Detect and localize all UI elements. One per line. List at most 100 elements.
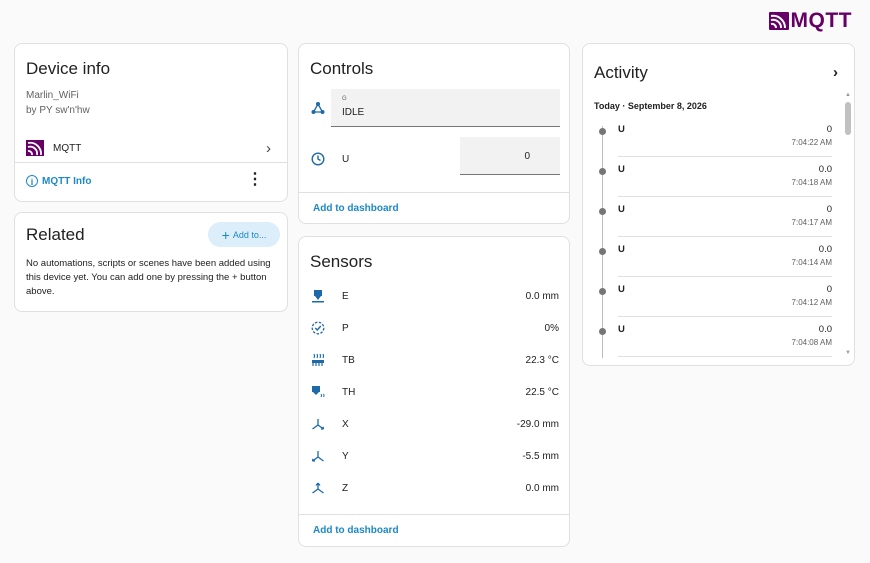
- extruder-icon: [312, 290, 324, 303]
- activity-value: 0.0: [818, 324, 832, 335]
- divider: [618, 276, 832, 277]
- progress-check-icon: [311, 321, 325, 335]
- sensor-name: X: [342, 419, 349, 430]
- plus-icon: +: [221, 226, 230, 243]
- activity-entry[interactable]: U 0 7:04:17 AM: [583, 203, 854, 243]
- activity-entity: U: [618, 204, 625, 215]
- device-manufacturer: by PY sw'n'hw: [26, 105, 90, 116]
- activity-entity: U: [618, 164, 625, 175]
- axis-z-icon: [312, 482, 324, 494]
- device-info-card: Device info Marlin_WiFi by PY sw'n'hw MQ…: [14, 43, 288, 202]
- clock-icon: [311, 152, 325, 166]
- related-empty-text: No automations, scripts or scenes have b…: [26, 258, 271, 297]
- sensor-row-tb[interactable]: TB 22.3 °C: [299, 350, 569, 374]
- activity-entity: U: [618, 124, 625, 135]
- activity-value: 0.0: [818, 244, 832, 255]
- divider: [618, 196, 832, 197]
- timeline-dot: [599, 208, 606, 215]
- controls-card: Controls G IDLE U 0 Add to dashboard: [298, 43, 570, 224]
- activity-time: 7:04:17 AM: [791, 218, 832, 227]
- sensor-value: 0%: [544, 323, 559, 334]
- activity-card: Activity › Today · September 8, 2026 U 0…: [582, 43, 855, 366]
- activity-value: 0: [826, 204, 832, 215]
- add-to-label: Add to...: [232, 229, 267, 240]
- sensor-name: Y: [342, 451, 349, 462]
- chevron-right-icon[interactable]: ›: [833, 64, 838, 81]
- chevron-right-icon: ›: [266, 140, 271, 157]
- mqtt-logo-icon: [768, 12, 789, 30]
- scroll-down-icon[interactable]: ▼: [845, 350, 851, 356]
- activity-entity: U: [618, 244, 625, 255]
- sensor-name: TB: [342, 355, 355, 366]
- mqtt-logo: MQTT: [768, 9, 852, 33]
- device-info-title: Device info: [26, 59, 111, 78]
- sensor-row-e[interactable]: E 0.0 mm: [299, 286, 569, 310]
- activity-entry[interactable]: U 0.0 7:04:14 AM: [583, 243, 854, 283]
- mqtt-integration-label: MQTT: [53, 143, 82, 154]
- sensors-title: Sensors: [310, 252, 373, 271]
- sensor-row-th[interactable]: TH 22.5 °C: [299, 382, 569, 406]
- activity-entity: U: [618, 324, 625, 335]
- g-select[interactable]: G IDLE: [331, 89, 560, 127]
- controls-add-to-dashboard-button[interactable]: Add to dashboard: [313, 203, 399, 214]
- info-icon: i: [26, 175, 38, 187]
- g-select-value: IDLE: [342, 107, 365, 118]
- timeline-dot: [599, 128, 606, 135]
- u-number-input[interactable]: 0: [460, 137, 560, 175]
- activity-date: Today · September 8, 2026: [594, 101, 707, 111]
- scroll-up-icon[interactable]: ▲: [845, 92, 851, 98]
- activity-scrollbar[interactable]: ▲ ▼: [845, 92, 851, 356]
- sensor-row-z[interactable]: Z 0.0 mm: [299, 478, 569, 502]
- activity-entry[interactable]: U 0 7:04:12 AM: [583, 283, 854, 323]
- sensors-card: Sensors E 0.0 mm P 0% TB 22.3 °C TH 22.5…: [298, 236, 570, 547]
- u-number-value: 0: [524, 151, 530, 162]
- scrollbar-thumb[interactable]: [845, 102, 851, 135]
- divider: [618, 356, 832, 357]
- activity-title: Activity: [594, 63, 648, 82]
- timeline-dot: [599, 288, 606, 295]
- axis-arrow-icon: [311, 102, 325, 114]
- g-select-label: G: [342, 96, 347, 102]
- mqtt-info-label: MQTT Info: [42, 175, 92, 187]
- sensor-name: Z: [342, 483, 349, 494]
- mqtt-info-link[interactable]: i MQTT Info: [26, 175, 91, 187]
- divider: [618, 236, 832, 237]
- controls-title: Controls: [310, 59, 374, 78]
- activity-entry[interactable]: U 0.0 7:04:08 AM: [583, 323, 854, 363]
- sensor-row-p[interactable]: P 0%: [299, 318, 569, 342]
- sensor-value: 0.0 mm: [525, 291, 559, 302]
- sensor-value: 0.0 mm: [525, 483, 559, 494]
- axis-x-icon: [312, 419, 325, 430]
- timeline-dot: [599, 168, 606, 175]
- hotend-temperature-icon: [312, 386, 325, 398]
- divider: [618, 156, 832, 157]
- activity-entry[interactable]: U 0.0 7:04:18 AM: [583, 163, 854, 203]
- activity-time: 7:04:12 AM: [791, 298, 832, 307]
- sensor-row-x[interactable]: X -29.0 mm: [299, 414, 569, 438]
- device-model: Marlin_WiFi: [26, 90, 79, 101]
- heated-bed-icon: [312, 353, 325, 366]
- more-options-icon[interactable]: ⋮: [247, 172, 263, 188]
- add-to-button[interactable]: + Add to...: [208, 222, 280, 247]
- related-card: Related + Add to... No automations, scri…: [14, 212, 288, 312]
- sensor-name: P: [342, 323, 349, 334]
- activity-value: 0: [826, 124, 832, 135]
- activity-entry[interactable]: U 0 7:04:22 AM: [583, 123, 854, 163]
- activity-time: 7:04:22 AM: [791, 138, 832, 147]
- sensor-value: 22.5 °C: [525, 387, 559, 398]
- activity-value: 0.0: [818, 164, 832, 175]
- sensor-name: E: [342, 291, 349, 302]
- axis-y-icon: [311, 451, 324, 462]
- mqtt-integration-row[interactable]: MQTT ›: [15, 134, 287, 164]
- activity-time: 7:04:14 AM: [791, 258, 832, 267]
- activity-entity: U: [618, 284, 625, 295]
- mqtt-integration-icon: [26, 140, 44, 156]
- mqtt-logo-text: MQTT: [790, 9, 852, 32]
- sensor-row-y[interactable]: Y -5.5 mm: [299, 446, 569, 470]
- related-title: Related: [26, 225, 85, 244]
- timeline-dot: [599, 328, 606, 335]
- divider: [299, 514, 569, 515]
- sensors-add-to-dashboard-button[interactable]: Add to dashboard: [313, 525, 399, 536]
- activity-time: 7:04:18 AM: [791, 178, 832, 187]
- activity-time: 7:04:08 AM: [791, 338, 832, 347]
